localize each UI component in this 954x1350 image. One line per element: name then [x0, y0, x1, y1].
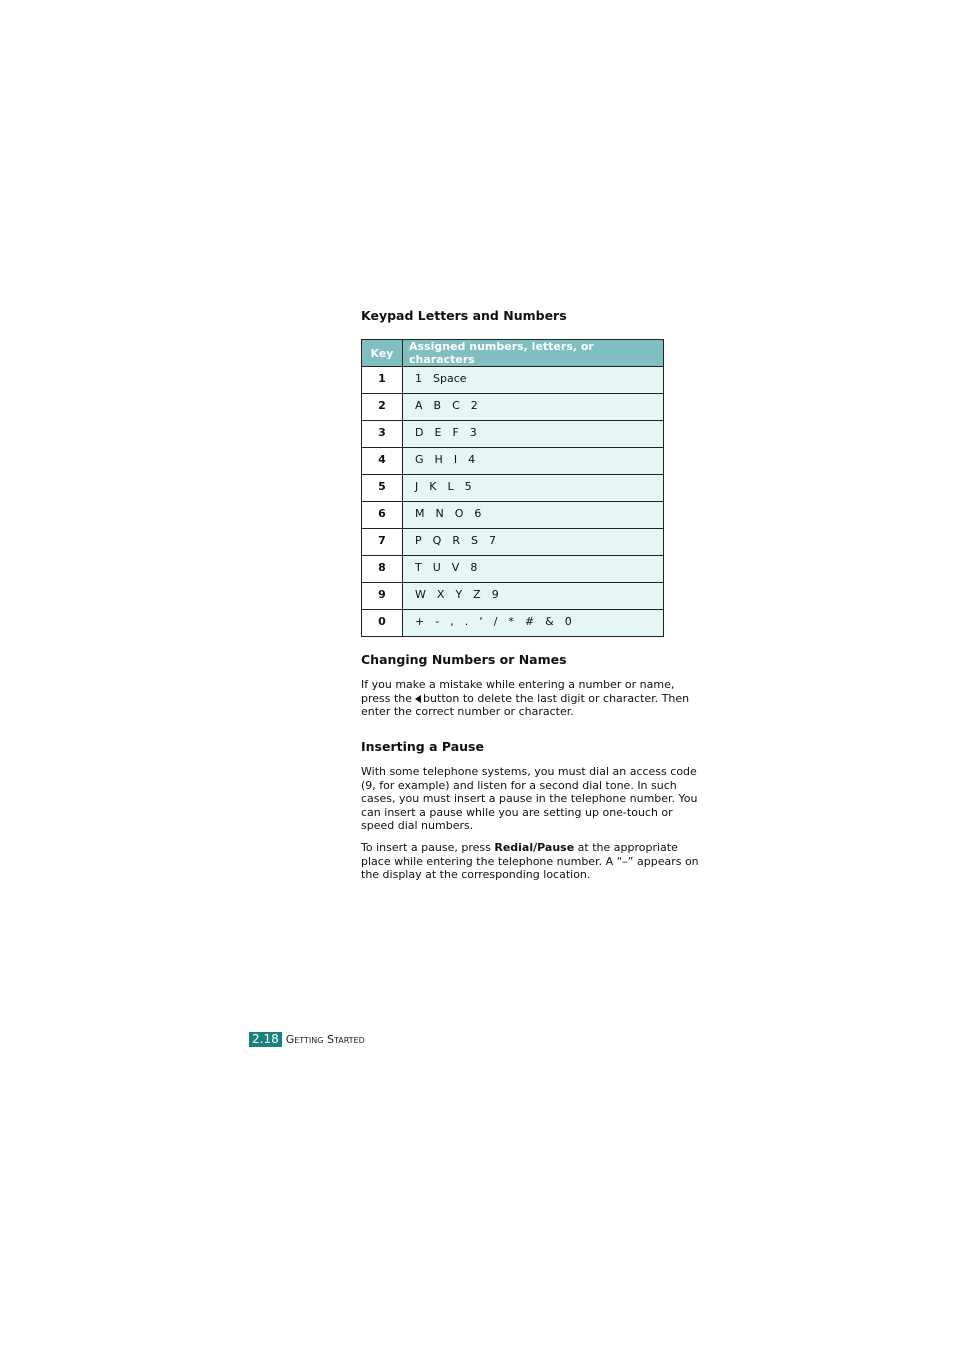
assigned-chars-cell: DEF3 [402, 420, 664, 448]
assigned-char: A [415, 399, 423, 412]
key-cell: 3 [361, 420, 403, 448]
key-cell: 2 [361, 393, 403, 421]
assigned-char: K [429, 480, 437, 493]
assigned-char: I [453, 453, 458, 466]
assigned-char: E [434, 426, 442, 439]
table-row: 0 + -,. ‘/ * # & 0 [361, 609, 664, 637]
assigned-char: * [508, 615, 514, 628]
table-row: 3DEF3 [361, 420, 664, 448]
assigned-char: P [415, 534, 422, 547]
assigned-char: / [493, 615, 498, 628]
key-cell: 4 [361, 447, 403, 475]
assigned-char: 0 [564, 615, 572, 628]
assigned-char: G [415, 453, 424, 466]
assigned-char: T [415, 561, 422, 574]
key-cell: 7 [361, 528, 403, 556]
button-name-redial-pause: Redial/Pause [494, 841, 575, 854]
footer-section-name: Getting Started [285, 1033, 365, 1046]
assigned-chars-cell: + -,. ‘ / * # & 0 [402, 609, 664, 637]
assigned-char: 7 [488, 534, 496, 547]
assigned-char: N [435, 507, 444, 520]
assigned-char: 2 [470, 399, 478, 412]
table-header-row: Key Assigned numbers, letters, or charac… [361, 339, 664, 367]
assigned-char: U [432, 561, 441, 574]
assigned-char: C [452, 399, 460, 412]
assigned-char: . [464, 615, 469, 628]
assigned-char: 1 [415, 372, 422, 385]
assigned-chars-cell: WXYZ9 [402, 582, 664, 610]
table-row: 9WXYZ9 [361, 582, 664, 610]
assigned-char: B [433, 399, 442, 412]
table-row: 7PQRS7 [361, 528, 664, 556]
table-row: 2ABC2 [361, 393, 664, 421]
assigned-chars-cell: MNO6 [402, 501, 664, 529]
assigned-chars-cell: ABC2 [402, 393, 664, 421]
assigned-char: V [451, 561, 460, 574]
key-cell: 0 [361, 609, 403, 637]
key-cell: 8 [361, 555, 403, 583]
assigned-chars-cell: PQRS7 [402, 528, 664, 556]
assigned-char: R [452, 534, 460, 547]
assigned-char: ‘ [479, 615, 483, 628]
assigned-char: J [415, 480, 419, 493]
page-number: 2.18 [249, 1032, 282, 1047]
page-footer: 2.18 Getting Started [249, 1032, 365, 1047]
key-cell: 5 [361, 474, 403, 502]
assigned-char: D [415, 426, 424, 439]
keypad-table-body: 1 1 Space 2 A B C 2 3 D E F 3 4 G H I 4 5 J K L 5 6 M N O 6 7 P Q R S 7 8 T… [361, 366, 664, 637]
section-heading-changing: Changing Numbers or Names [361, 652, 567, 667]
assigned-chars-cell: 1 Space [402, 366, 664, 394]
assigned-char: - [435, 615, 440, 628]
keypad-table: Key Assigned numbers, letters, or charac… [361, 339, 664, 637]
assigned-char: 9 [491, 588, 499, 601]
assigned-char: S [470, 534, 478, 547]
assigned-char: Space [433, 372, 467, 385]
assigned-char: 5 [464, 480, 472, 493]
table-row: 1 1 Space [361, 366, 664, 394]
assigned-chars-cell: JKL5 [402, 474, 664, 502]
assigned-char: 6 [474, 507, 482, 520]
column-header-assigned: Assigned numbers, letters, or characters [402, 339, 664, 367]
assigned-char: M [415, 507, 425, 520]
paragraph-pause-instructions: To insert a pause, press Redial/Pause at… [361, 841, 706, 882]
assigned-char: W [415, 588, 426, 601]
paragraph-pause-intro: With some telephone systems, you must di… [361, 765, 698, 833]
key-cell: 9 [361, 582, 403, 610]
assigned-chars-cell: GHI4 [402, 447, 664, 475]
assigned-char: F [452, 426, 459, 439]
key-cell: 1 [361, 366, 403, 394]
table-row: 8TUV8 [361, 555, 664, 583]
section-heading-keypad: Keypad Letters and Numbers [361, 308, 567, 323]
assigned-char: , [450, 615, 454, 628]
table-row: 5JKL5 [361, 474, 664, 502]
column-header-key: Key [361, 339, 403, 367]
assigned-char: Y [455, 588, 463, 601]
table-row: 4GHI4 [361, 447, 664, 475]
assigned-char: Z [473, 588, 481, 601]
assigned-char: L [447, 480, 454, 493]
assigned-char: 8 [470, 561, 478, 574]
back-arrow-icon [415, 694, 422, 703]
paragraph-changing: If you make a mistake while entering a n… [361, 678, 706, 719]
assigned-char: O [454, 507, 464, 520]
assigned-char: 3 [469, 426, 477, 439]
assigned-char: # [524, 615, 535, 628]
key-cell: 6 [361, 501, 403, 529]
assigned-chars-cell: TUV8 [402, 555, 664, 583]
assigned-char: X [436, 588, 445, 601]
section-heading-pause: Inserting a Pause [361, 739, 484, 754]
assigned-char: + [415, 615, 425, 628]
paragraph-text: To insert a pause, press [361, 841, 495, 854]
assigned-char: & [545, 615, 554, 628]
table-row: 6MNO6 [361, 501, 664, 529]
assigned-char: H [434, 453, 443, 466]
assigned-char: Q [432, 534, 442, 547]
assigned-char: 4 [468, 453, 476, 466]
